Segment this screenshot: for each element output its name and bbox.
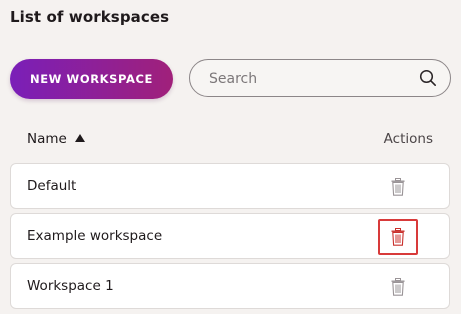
search-input[interactable]: [207, 60, 401, 98]
search-icon[interactable]: [419, 69, 437, 87]
workspace-name: Example workspace: [27, 228, 163, 244]
new-workspace-button[interactable]: NEW WORKSPACE: [10, 59, 173, 99]
search-box[interactable]: [189, 59, 451, 98]
trash-icon: [391, 178, 405, 196]
table-row: Default: [10, 163, 450, 209]
column-header-actions: Actions: [383, 131, 433, 147]
sort-ascending-icon[interactable]: [74, 134, 85, 142]
column-header-name[interactable]: Name: [27, 131, 85, 147]
delete-button-highlighted[interactable]: [378, 219, 418, 255]
delete-button[interactable]: [378, 169, 418, 205]
delete-button[interactable]: [378, 269, 418, 305]
column-name-label: Name: [27, 131, 67, 147]
workspace-name: Default: [27, 178, 77, 194]
trash-icon: [391, 228, 405, 246]
table-row: Workspace 1: [10, 263, 450, 309]
table-row: Example workspace: [10, 213, 450, 259]
trash-icon: [391, 278, 405, 296]
page-title: List of workspaces: [10, 8, 170, 26]
workspace-name: Workspace 1: [27, 278, 114, 294]
